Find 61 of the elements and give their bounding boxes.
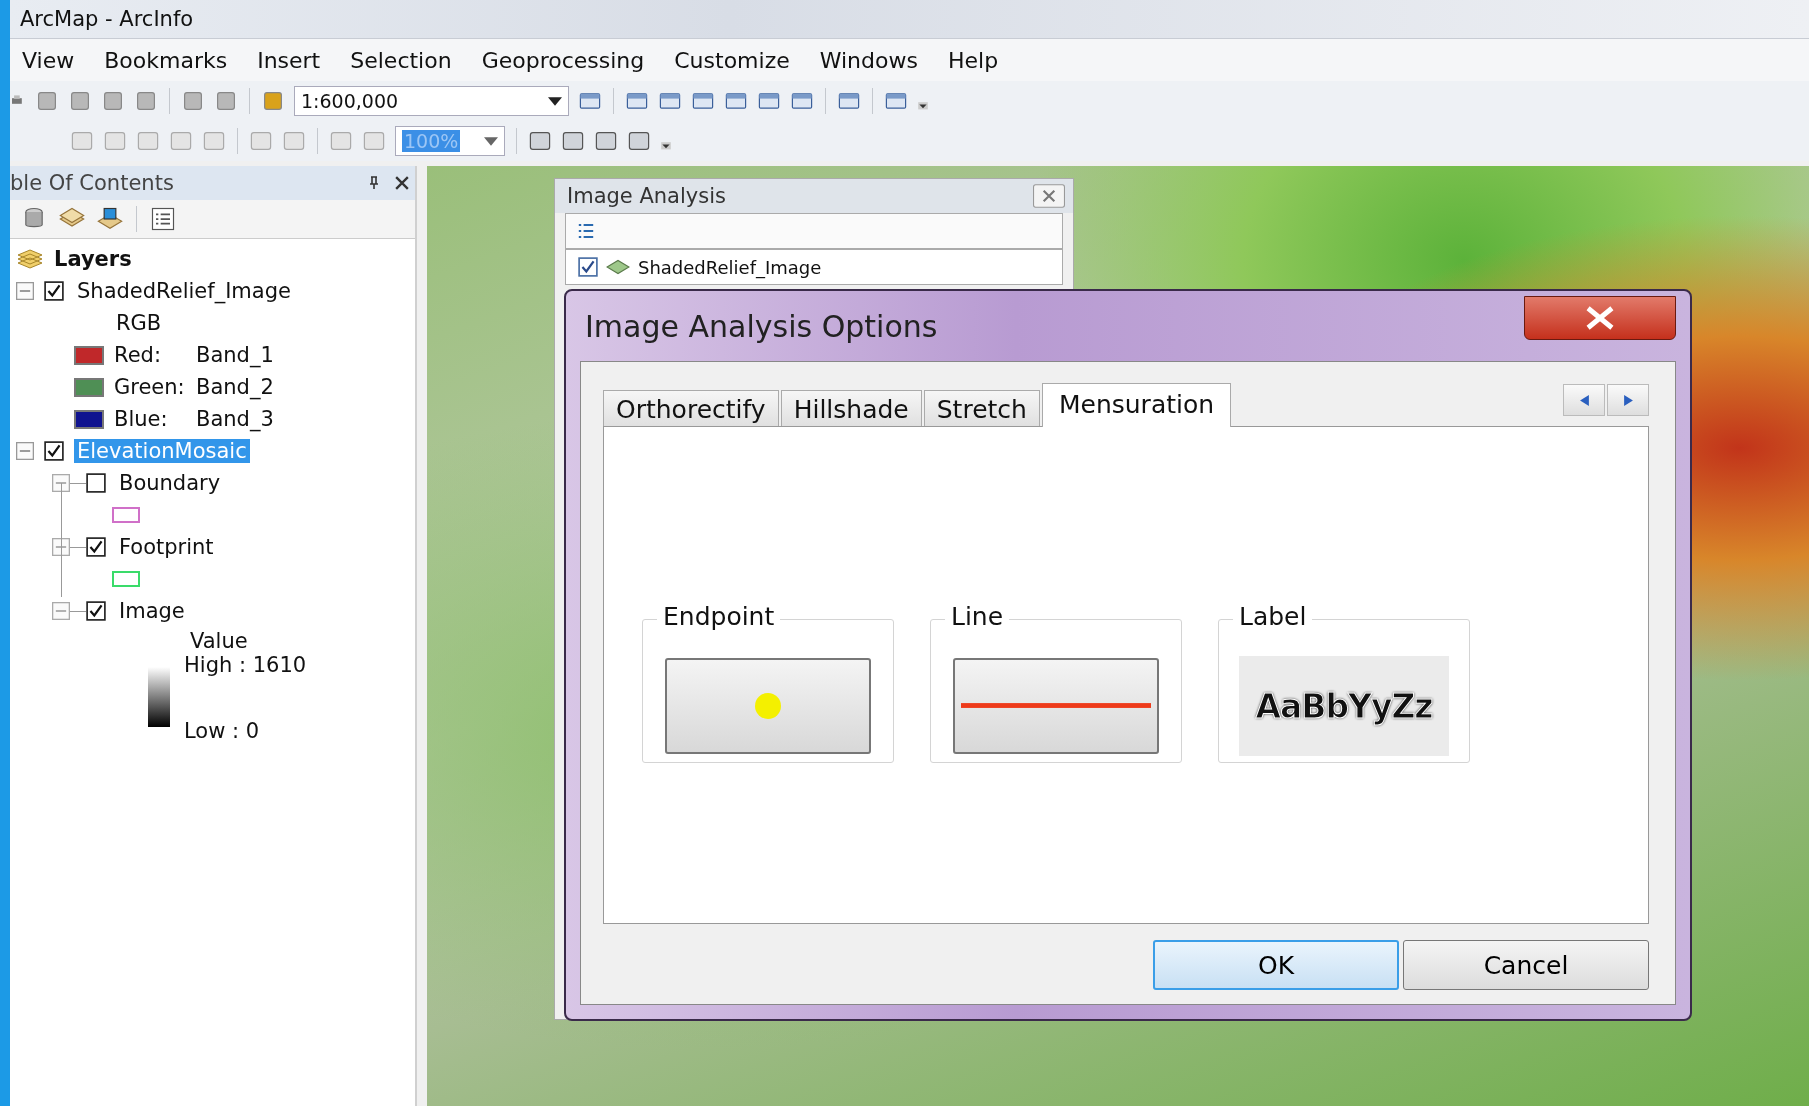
checkbox[interactable] [86, 473, 106, 493]
dialog-title: Image Analysis Options [584, 308, 938, 344]
ramp-label: Low : 0 [184, 719, 261, 743]
close-icon[interactable] [395, 176, 409, 190]
scale-dropdown[interactable]: 1:600,000 [294, 86, 569, 116]
pin-icon[interactable] [367, 176, 381, 190]
band-label: Green: [114, 375, 186, 399]
legend-title: RGB [116, 311, 162, 335]
menu-item[interactable]: Help [947, 47, 999, 73]
panel-title: ble Of Contents [10, 171, 175, 195]
menu-item[interactable]: Bookmarks [104, 47, 228, 73]
tab[interactable]: Hillshade [780, 390, 922, 426]
collapse-icon[interactable] [52, 538, 70, 556]
legend-title: Value [189, 629, 249, 653]
window-title: Image Analysis [567, 184, 726, 208]
checkbox[interactable] [578, 257, 598, 277]
caret-icon [484, 136, 498, 146]
layer-name[interactable]: Image [116, 599, 188, 623]
tab[interactable]: Stretch [923, 390, 1040, 426]
right-arrow-icon [1623, 394, 1633, 406]
menu-item[interactable]: Windows [819, 47, 918, 73]
checkbox[interactable] [44, 441, 64, 461]
sample-text: AaBbYyZz [1255, 686, 1433, 726]
collapse-icon[interactable] [16, 282, 34, 300]
collapse-icon[interactable] [16, 442, 34, 460]
close-button[interactable] [1524, 296, 1676, 340]
layers-icon [16, 249, 44, 269]
line-symbol-icon [961, 703, 1151, 709]
checkbox[interactable] [86, 537, 106, 557]
checkbox[interactable] [86, 601, 106, 621]
cancel-button[interactable]: Cancel [1403, 940, 1649, 990]
endpoint-symbol-button[interactable] [665, 658, 871, 754]
window-title: ArcMap - ArcInfo [20, 7, 194, 31]
menu-item[interactable]: Selection [350, 47, 452, 73]
tab[interactable]: Orthorectify [603, 390, 779, 426]
ok-button[interactable]: OK [1153, 940, 1399, 990]
caret-icon [548, 96, 562, 106]
menu-item[interactable]: Geoprocessing [481, 47, 645, 73]
menu-item[interactable]: View [22, 47, 75, 73]
scroll-left-button[interactable] [1563, 384, 1605, 416]
band-label: Red: [114, 343, 162, 367]
menu-item[interactable]: Customize [674, 47, 790, 73]
layer-name[interactable]: Boundary [116, 471, 224, 495]
collapse-icon[interactable] [52, 474, 70, 492]
checkbox[interactable] [44, 281, 64, 301]
menu-item[interactable]: Insert [257, 47, 321, 73]
ramp-label: High : 1610 [184, 653, 307, 677]
band-name: Band_1 [196, 343, 274, 367]
list-icon[interactable] [149, 205, 177, 233]
line-symbol-button[interactable] [953, 658, 1159, 754]
layer-name[interactable]: ShadedRelief_Image [74, 279, 294, 303]
color-ramp [148, 667, 170, 727]
scroll-right-button[interactable] [1607, 384, 1649, 416]
tab[interactable]: Mensuration [1041, 383, 1232, 427]
band-name: Band_2 [196, 375, 274, 399]
layer-name[interactable]: Footprint [116, 535, 217, 559]
label-symbol-preview[interactable]: AaBbYyZz [1239, 656, 1449, 756]
tree-label: Layers [54, 247, 132, 271]
left-arrow-icon [1579, 394, 1589, 406]
band-label: Blue: [114, 407, 169, 431]
band-name: Band_3 [196, 407, 274, 431]
